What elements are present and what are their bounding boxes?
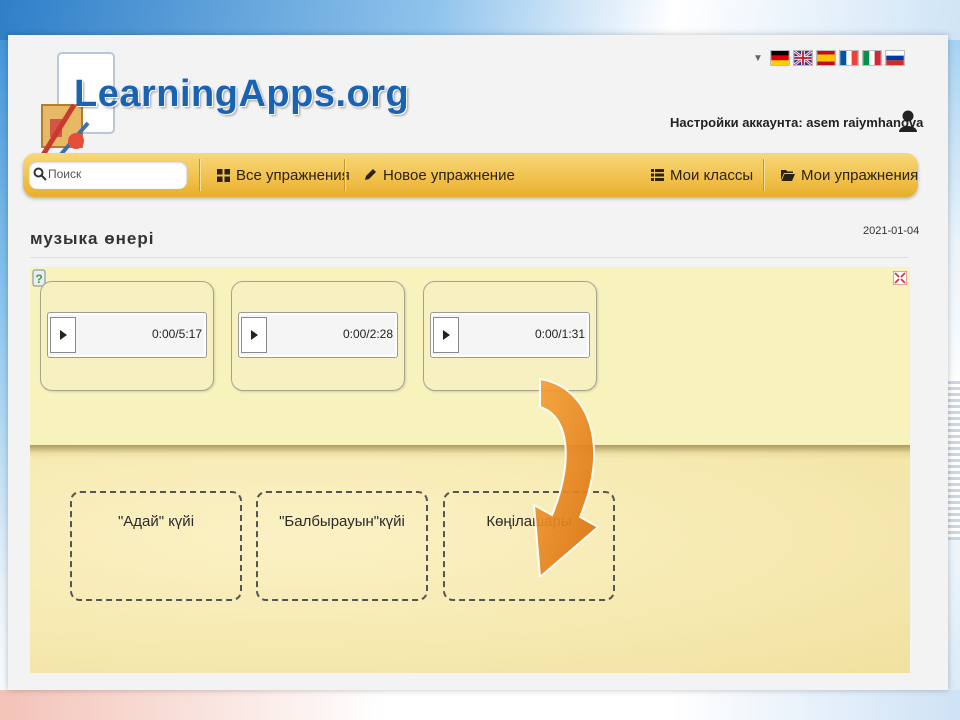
- grid-icon: [217, 168, 230, 182]
- folder-open-icon: [781, 170, 795, 181]
- drop-target-label: "Балбырауын"күйі: [279, 513, 405, 530]
- flag-fr-icon[interactable]: [838, 50, 859, 66]
- audio-time: 0:00/2:28: [342, 327, 393, 341]
- nav-my-classes[interactable]: Мои классы: [651, 165, 753, 185]
- slide-background-stripes: [948, 380, 960, 540]
- nav-my-exercises[interactable]: Мои упражнения: [781, 165, 918, 185]
- page-date: 2021-01-04: [863, 225, 920, 237]
- search-placeholder: Поиск: [48, 167, 82, 181]
- slide-background-top: [0, 0, 960, 40]
- nav-my-classes-label: Мои классы: [670, 166, 754, 184]
- language-selector[interactable]: ▼: [753, 47, 905, 69]
- slide-background-bottom: [0, 690, 960, 720]
- nav-divider: [344, 159, 345, 191]
- nav-new-exercise[interactable]: Новое упражнение: [363, 165, 515, 185]
- flag-it-icon[interactable]: [861, 50, 882, 66]
- audio-card[interactable]: 0:00/5:17: [40, 281, 214, 391]
- nav-my-exercises-label: Мои упражнения: [801, 166, 919, 184]
- fullscreen-icon[interactable]: [893, 271, 907, 285]
- play-button[interactable]: [433, 317, 459, 353]
- play-button[interactable]: [50, 317, 76, 353]
- audio-time: 0:00/5:17: [151, 327, 202, 341]
- exercise-area: ? 0:00/5:17 0:00/2:28 0:00/1:31 "Адай" к…: [30, 267, 910, 673]
- audio-card[interactable]: 0:00/1:31: [423, 281, 597, 391]
- search-icon: [33, 167, 47, 181]
- nav-all-exercises[interactable]: Все упражнения: [217, 165, 350, 185]
- drop-target[interactable]: "Балбырауын"күйі: [256, 491, 428, 601]
- audio-time: 0:00/1:31: [534, 327, 585, 341]
- audio-player[interactable]: 0:00/2:28: [238, 312, 398, 358]
- drop-target[interactable]: "Адай" күйі: [70, 491, 242, 601]
- audio-player[interactable]: 0:00/1:31: [430, 312, 590, 358]
- user-icon[interactable]: [898, 109, 918, 133]
- play-icon: [250, 330, 258, 340]
- title-divider: [30, 257, 908, 258]
- nav-new-exercise-label: Новое упражнение: [383, 166, 515, 184]
- nav-all-exercises-label: Все упражнения: [236, 166, 350, 184]
- flag-gb-icon[interactable]: [792, 50, 813, 66]
- flag-es-icon[interactable]: [815, 50, 836, 66]
- flag-ru-icon[interactable]: [884, 50, 905, 66]
- drop-target-label: "Адай" күйі: [117, 513, 195, 530]
- curved-arrow-icon: [532, 377, 600, 577]
- audio-card[interactable]: 0:00/2:28: [231, 281, 405, 391]
- list-icon: [651, 169, 664, 181]
- browser-page: LearningApps.org ▼ Настройки аккаунта: a…: [8, 35, 948, 690]
- play-icon: [59, 330, 67, 340]
- nav-divider: [763, 159, 764, 191]
- chevron-down-icon[interactable]: ▼: [753, 53, 763, 64]
- play-icon: [442, 330, 450, 340]
- svg-text:?: ?: [35, 272, 42, 286]
- nav-divider: [199, 159, 200, 191]
- audio-player[interactable]: 0:00/5:17: [47, 312, 207, 358]
- zone-divider: [30, 445, 910, 459]
- main-navigation: Поиск Все упражнения Новое упражнение Мо…: [23, 153, 918, 197]
- play-button[interactable]: [241, 317, 267, 353]
- pencil-icon: [365, 169, 376, 180]
- account-settings-link[interactable]: Настройки аккаунта: asem raiymhanova: [670, 115, 923, 130]
- flag-de-icon[interactable]: [769, 50, 790, 66]
- page-title: музыка өнері: [30, 229, 155, 248]
- site-logo[interactable]: LearningApps.org: [74, 73, 409, 116]
